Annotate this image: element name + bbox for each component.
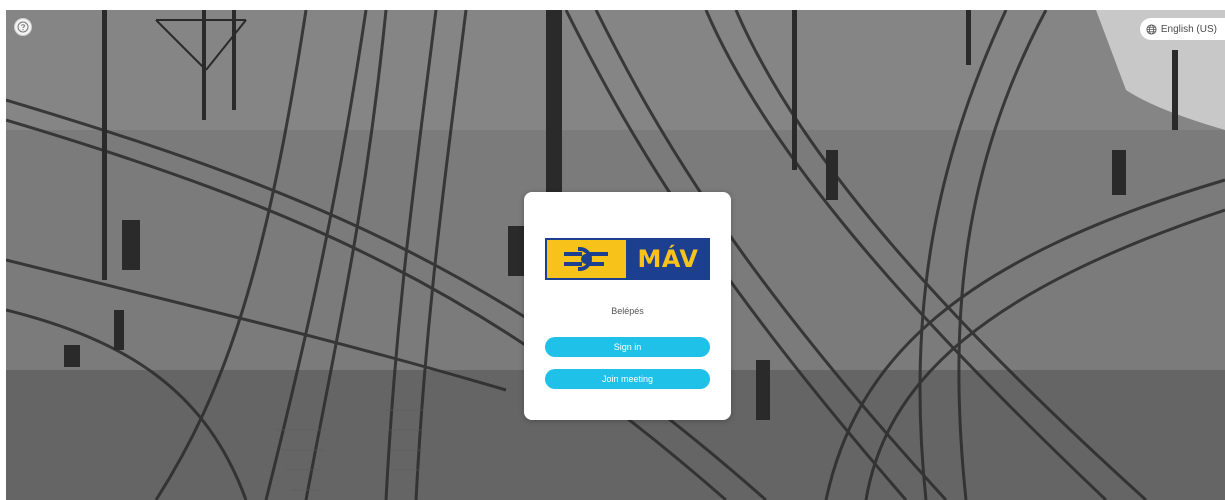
- language-label: English (US): [1160, 23, 1217, 35]
- mav-logo-wordmark: MÁV: [626, 238, 710, 280]
- login-subtitle: Belépés: [611, 306, 644, 316]
- mav-logo: MÁV: [545, 238, 710, 280]
- sign-in-button[interactable]: Sign in: [545, 337, 710, 357]
- mav-logo-symbol: [545, 238, 626, 280]
- background-photo-railway-tracks: English (US) MÁV Belépés Sign in Join me…: [6, 10, 1225, 500]
- globe-icon: [1146, 23, 1157, 35]
- help-circle-icon: [17, 21, 29, 33]
- join-meeting-button[interactable]: Join meeting: [545, 369, 710, 389]
- login-card: MÁV Belépés Sign in Join meeting: [524, 192, 731, 420]
- mav-wheel-icon: [563, 246, 608, 272]
- help-button[interactable]: [14, 18, 32, 36]
- language-selector-button[interactable]: English (US): [1139, 18, 1225, 40]
